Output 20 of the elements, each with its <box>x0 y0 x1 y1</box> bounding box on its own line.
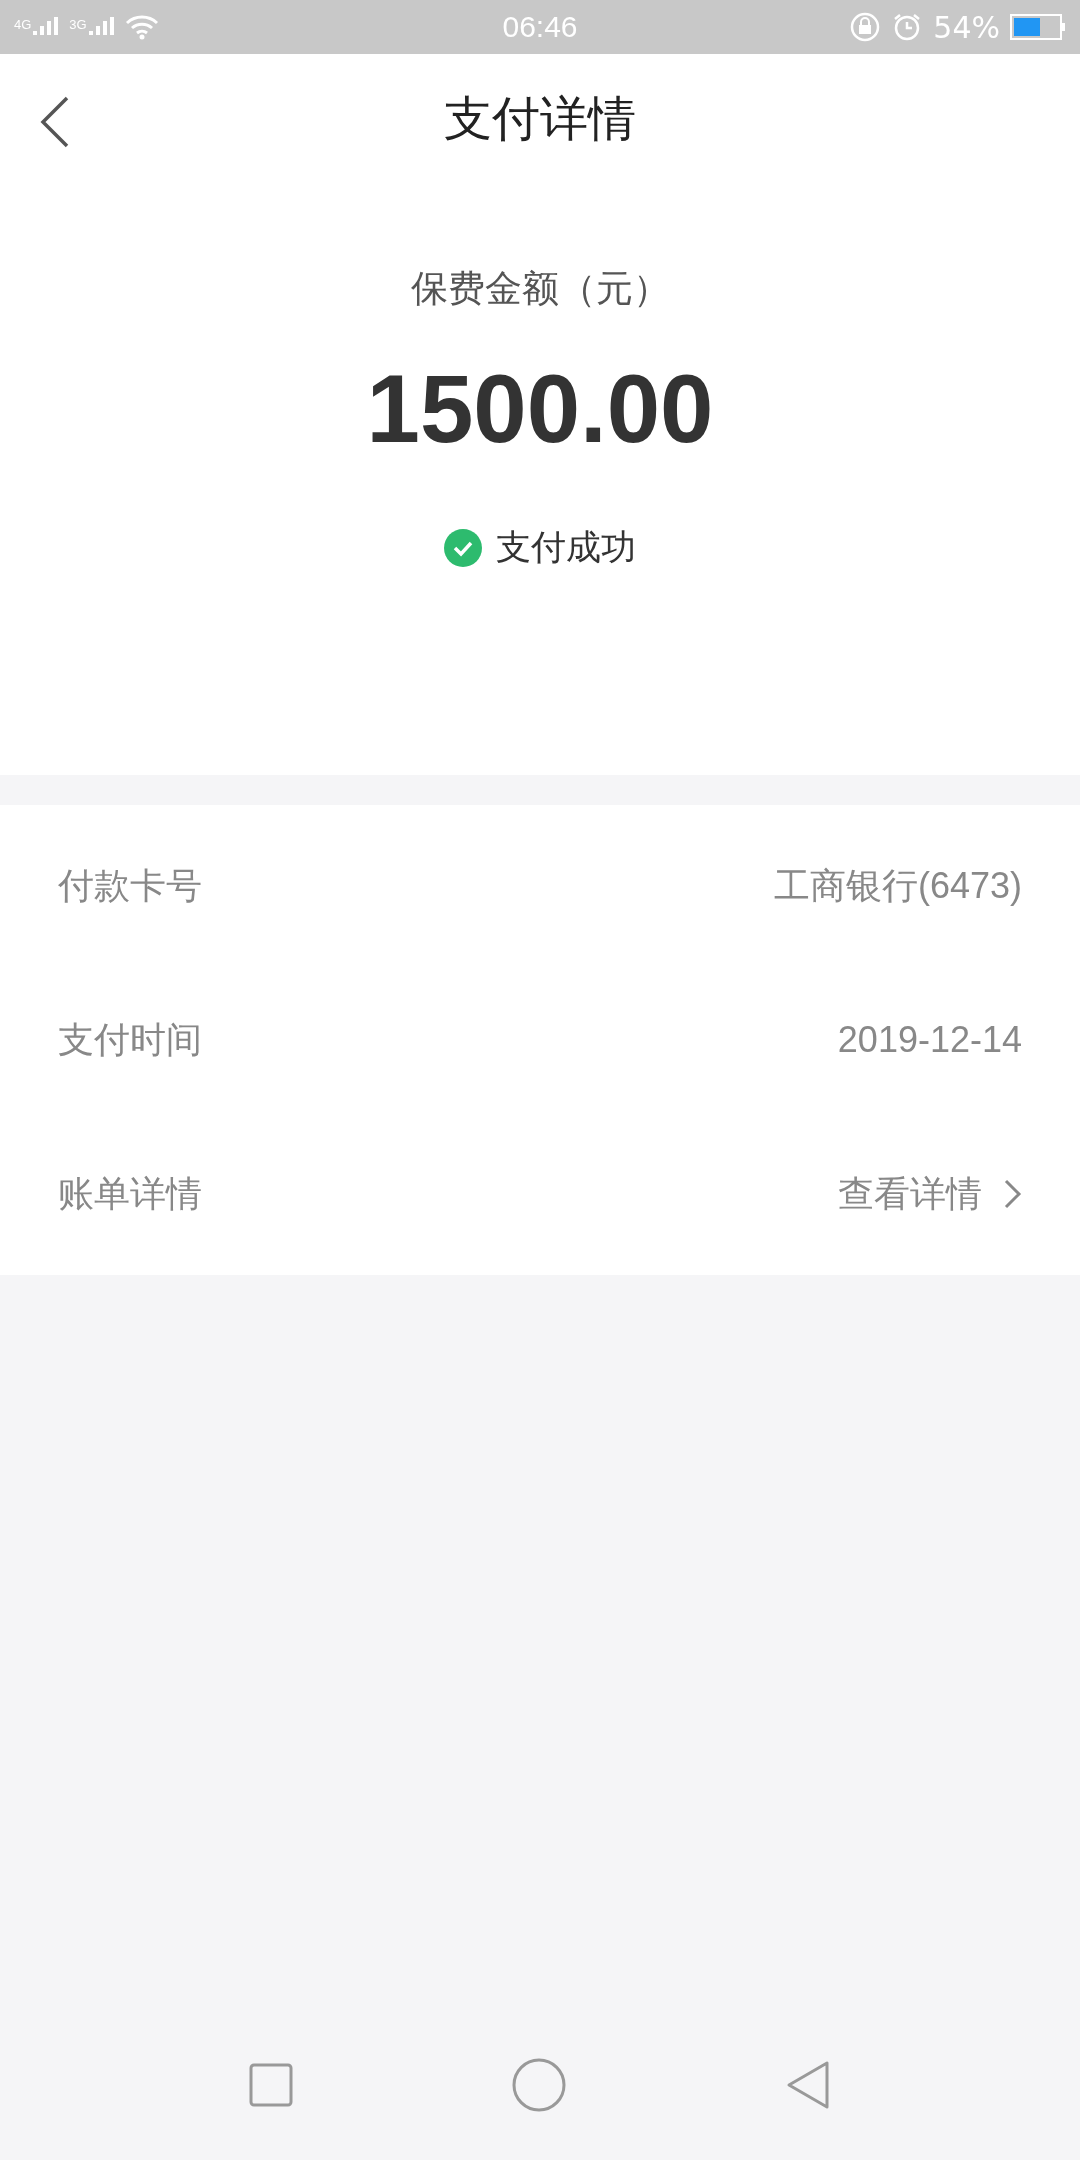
amount-value: 1500.00 <box>366 354 714 464</box>
battery-icon <box>1010 14 1066 40</box>
detail-label: 账单详情 <box>58 1171 202 1216</box>
amount-label: 保费金额（元） <box>410 266 670 312</box>
rotation-lock-icon <box>849 11 882 43</box>
signal-icon <box>88 17 115 37</box>
recent-apps-icon[interactable] <box>249 2063 294 2107</box>
payment-status: 支付成功 <box>496 526 636 569</box>
detail-value: 2019-12-14 <box>837 1019 1022 1061</box>
detail-value: 工商银行(6473) <box>773 863 1022 908</box>
check-icon <box>444 528 482 567</box>
detail-label: 付款卡号 <box>58 863 202 908</box>
detail-label: 支付时间 <box>58 1017 202 1062</box>
chevron-icon <box>1004 1179 1022 1209</box>
page-title: 支付详情 <box>444 89 636 148</box>
back-icon[interactable] <box>40 96 70 148</box>
home-icon[interactable] <box>512 2058 566 2112</box>
signal-icon <box>33 17 60 37</box>
view-details-link[interactable]: 查看详情 <box>838 1169 1022 1219</box>
wifi-icon <box>124 14 159 40</box>
